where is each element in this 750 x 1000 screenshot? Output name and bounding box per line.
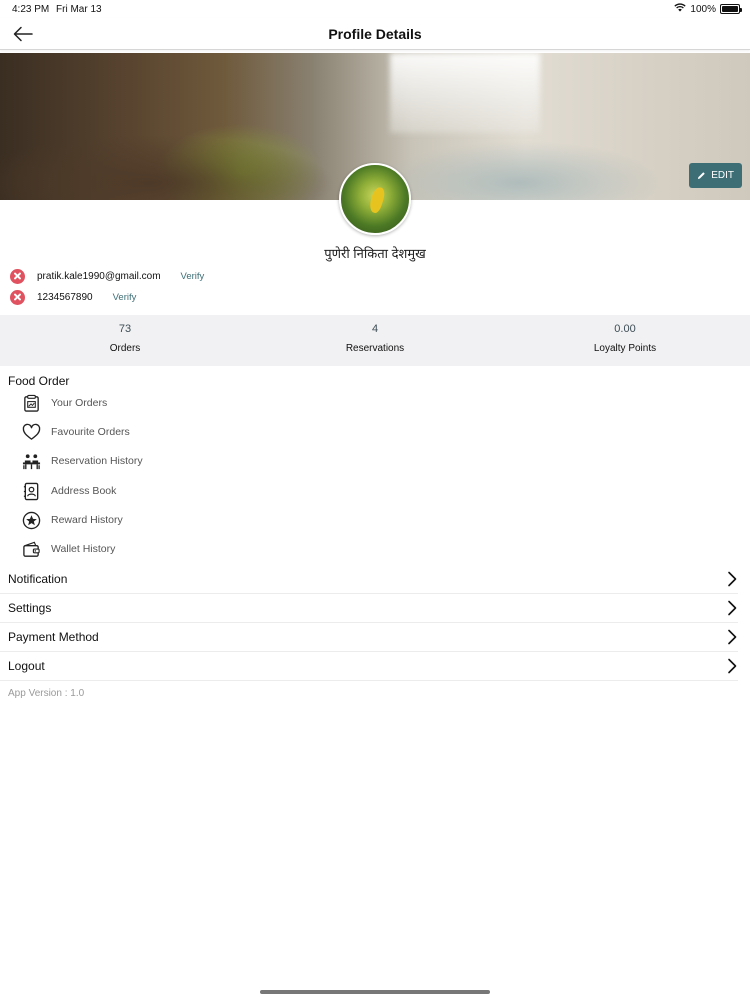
heart-icon (22, 423, 41, 442)
stat-label: Loyalty Points (593, 343, 657, 354)
menu-item-wallet-history[interactable]: Wallet History (22, 537, 115, 561)
chevron-right-icon (726, 571, 738, 587)
email-value: pratik.kale1990@gmail.com (37, 270, 161, 282)
avatar[interactable] (339, 163, 411, 235)
battery-percent: 100% (690, 3, 716, 15)
menu-item-label: Your Orders (51, 397, 108, 409)
status-indicators: 100% (674, 3, 742, 15)
home-indicator[interactable] (260, 990, 490, 994)
menu-item-your-orders[interactable]: Your Orders (22, 391, 107, 415)
stat-value: 4 (371, 323, 379, 335)
pencil-icon (698, 172, 705, 180)
dining-table-icon (22, 452, 41, 471)
menu-item-reservation-history[interactable]: Reservation History (22, 449, 143, 473)
stat-orders[interactable]: 73 Orders (0, 315, 250, 366)
nav-row-label: Notification (8, 572, 68, 586)
stats-bar: 73 Orders 4 Reservations 0.00 Loyalty Po… (0, 315, 750, 366)
stat-value: 73 (118, 323, 132, 335)
menu-item-label: Favourite Orders (51, 426, 130, 438)
user-name: पुणेरी निकिता देशमुख (324, 246, 426, 261)
stat-label: Orders (109, 343, 141, 354)
orders-icon (22, 394, 41, 413)
navigation-bar: Profile Details (0, 18, 750, 50)
page-title: Profile Details (328, 26, 422, 42)
menu-item-reward-history[interactable]: Reward History (22, 508, 123, 532)
status-bar: 4:23 PM Fri Mar 13 100% (0, 0, 750, 18)
verify-email-link[interactable]: Verify (181, 271, 205, 282)
email-row: pratik.kale1990@gmail.com Verify (10, 267, 204, 285)
battery-fill (722, 6, 738, 12)
wifi-icon (674, 3, 687, 15)
phone-row: 1234567890 Verify (10, 288, 136, 306)
food-order-title: Food Order (8, 374, 70, 388)
address-book-icon (22, 482, 41, 501)
menu-item-label: Address Book (51, 485, 117, 497)
unverified-icon (10, 268, 25, 284)
menu-item-label: Reservation History (51, 455, 143, 467)
edit-label: EDIT (711, 170, 734, 181)
star-icon (22, 511, 41, 530)
phone-value: 1234567890 (37, 291, 93, 303)
status-date: Fri Mar 13 (56, 4, 102, 15)
stat-value: 0.00 (614, 323, 636, 335)
nav-row-label: Logout (8, 659, 45, 673)
edit-cover-button[interactable]: EDIT (689, 163, 742, 188)
wallet-icon (22, 540, 41, 559)
chevron-right-icon (726, 629, 738, 645)
stat-reservations[interactable]: 4 Reservations (250, 315, 500, 366)
menu-item-label: Reward History (51, 514, 123, 526)
nav-row-payment-method[interactable]: Payment Method (0, 623, 738, 652)
menu-item-label: Wallet History (51, 543, 116, 555)
stat-label: Reservations (345, 343, 405, 354)
stat-loyalty-points[interactable]: 0.00 Loyalty Points (500, 315, 750, 366)
menu-item-favourite-orders[interactable]: Favourite Orders (22, 420, 130, 444)
nav-row-settings[interactable]: Settings (0, 594, 738, 623)
nav-row-label: Payment Method (8, 630, 99, 644)
chevron-right-icon (726, 658, 738, 674)
menu-item-address-book[interactable]: Address Book (22, 479, 116, 503)
status-time: 4:23 PM (12, 4, 50, 15)
nav-row-notification[interactable]: Notification (0, 565, 738, 594)
chevron-right-icon (726, 600, 738, 616)
unverified-icon (10, 289, 25, 305)
battery-icon (720, 4, 742, 14)
app-version: App Version : 1.0 (8, 688, 85, 699)
avatar-leaf-graphic (367, 185, 387, 215)
verify-phone-link[interactable]: Verify (113, 292, 137, 303)
nav-row-logout[interactable]: Logout (0, 652, 738, 681)
nav-row-label: Settings (8, 601, 52, 615)
